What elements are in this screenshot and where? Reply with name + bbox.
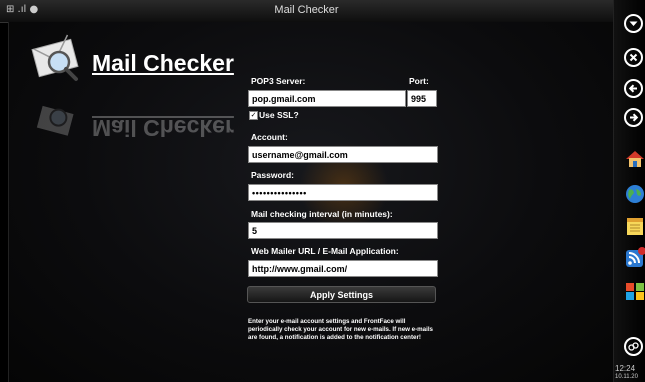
rss-icon[interactable] — [624, 246, 645, 268]
password-label: Password: — [251, 170, 294, 180]
mail-checker-logo-icon — [31, 34, 79, 81]
home-icon[interactable] — [624, 148, 645, 170]
webmailer-input[interactable]: http://www.gmail.com/ — [248, 260, 438, 277]
arrow-right-icon[interactable] — [624, 108, 643, 127]
chevron-down-icon[interactable] — [624, 14, 643, 33]
link-icon[interactable] — [624, 337, 643, 356]
close-icon[interactable] — [624, 48, 643, 67]
arrow-left-icon[interactable] — [624, 79, 643, 98]
clock-time: 12:24 — [615, 364, 636, 373]
notepad-icon[interactable] — [624, 215, 645, 237]
account-label: Account: — [251, 132, 288, 142]
logo-reflection — [36, 105, 74, 136]
interval-label: Mail checking interval (in minutes): — [251, 209, 393, 219]
window-title: Mail Checker — [274, 4, 339, 16]
screen: ⊞ .ıl ● Mail Checker Mail Checker Mail C… — [0, 0, 645, 382]
webmailer-label: Web Mailer URL / E-Mail Application: — [251, 246, 399, 256]
port-input[interactable]: 995 — [407, 90, 437, 107]
interval-input[interactable]: 5 — [248, 222, 438, 239]
windows-icon[interactable] — [624, 280, 645, 302]
clock-date: 10.11.20 — [615, 374, 638, 380]
app-title-reflection: Mail Checker — [92, 115, 234, 141]
apply-settings-button[interactable]: Apply Settings — [247, 286, 436, 303]
globe-icon[interactable] — [624, 183, 645, 205]
use-ssl-label: Use SSL? — [259, 110, 299, 120]
help-text: Enter your e-mail account settings and F… — [248, 318, 433, 341]
password-input[interactable]: ••••••••••••••• — [248, 184, 438, 201]
app-title: Mail Checker — [92, 50, 234, 76]
port-label: Port: — [409, 76, 429, 86]
clock: 12:24 10.11.20 — [615, 364, 638, 382]
right-sidebar — [613, 0, 645, 382]
account-input[interactable]: username@gmail.com — [248, 146, 438, 163]
use-ssl-checkbox[interactable]: ✓ — [249, 111, 258, 120]
title-bar: ⊞ .ıl ● Mail Checker — [0, 0, 613, 23]
pop3-label: POP3 Server: — [251, 76, 306, 86]
pop3-server-input[interactable]: pop.gmail.com — [248, 90, 406, 107]
